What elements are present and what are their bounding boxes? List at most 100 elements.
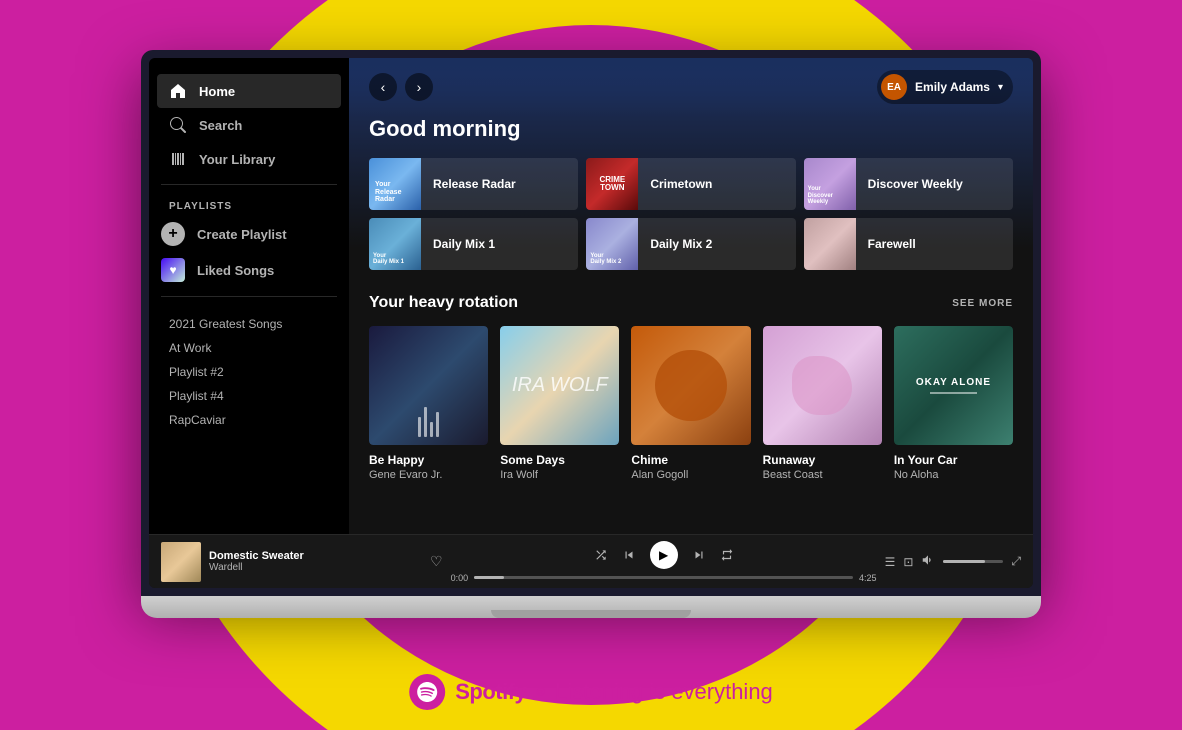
library-icon (169, 150, 187, 168)
home-label: Home (199, 84, 235, 99)
control-buttons: ▶ (594, 541, 734, 569)
playlist-item[interactable]: Playlist #4 (161, 385, 337, 407)
sidebar: Home Search (149, 58, 349, 534)
repeat-button[interactable] (720, 548, 734, 562)
card-some-days[interactable]: IRA WOLF ▶ Some Days Ira Wolf (500, 326, 619, 481)
rotation-grid: ▶ Be Happy Gene Evaro Jr. IRA WOLF (369, 326, 1013, 481)
discover-weekly-thumb: YourDiscoverWeekly (804, 158, 856, 210)
next-button[interactable] (692, 548, 706, 562)
card-artist: Gene Evaro Jr. (369, 469, 488, 481)
laptop-mockup: Home Search (141, 50, 1041, 618)
sidebar-item-home[interactable]: Home (157, 74, 341, 108)
play-pause-button[interactable]: ▶ (650, 541, 678, 569)
card-artist: Ira Wolf (500, 469, 619, 481)
card-thumb-container: ▶ (369, 326, 488, 445)
spotify-registered: ® (536, 685, 545, 699)
progress-area: 0:00 4:25 (451, 573, 877, 583)
now-playing-artist: Wardell (209, 562, 422, 573)
liked-songs-icon: ♥ (161, 258, 185, 282)
queue-button[interactable]: ☰ (885, 555, 896, 569)
now-playing-title: Domestic Sweater (209, 550, 422, 562)
card-name: Chime (631, 453, 750, 467)
card-runaway[interactable]: ▶ Runaway Beast Coast (763, 326, 882, 481)
playlists-section-label: PLAYLISTS (149, 193, 349, 216)
daily-mix-1-label: Daily Mix 1 (421, 237, 507, 251)
now-playing-info: Domestic Sweater Wardell (209, 550, 422, 573)
nav-buttons: ‹ › (369, 73, 433, 101)
time-current: 0:00 (451, 573, 469, 583)
progress-fill (474, 576, 504, 579)
spotify-wordmark: Spotify (455, 679, 526, 705)
progress-bar[interactable] (474, 576, 853, 579)
card-artist: No Aloha (894, 469, 1013, 481)
card-thumb-container: ▶ (763, 326, 882, 445)
heavy-rotation-header: Your heavy rotation SEE MORE (369, 294, 1013, 312)
spotify-logo-icon (409, 674, 445, 710)
release-radar-thumb: YourReleaseRadar (369, 158, 421, 210)
card-be-happy[interactable]: ▶ Be Happy Gene Evaro Jr. (369, 326, 488, 481)
playlist-item[interactable]: RapCaviar (161, 409, 337, 431)
volume-fill (943, 560, 985, 563)
quick-item-farewell[interactable]: Farewell (804, 218, 1013, 270)
card-name: In Your Car (894, 453, 1013, 467)
user-menu[interactable]: EA Emily Adams ▾ (877, 70, 1013, 104)
search-icon (169, 116, 187, 134)
card-in-your-car[interactable]: OKAY ALONE ▶ In Your Car No Aloha (894, 326, 1013, 481)
user-chevron-icon: ▾ (998, 82, 1003, 93)
volume-bar[interactable] (943, 560, 1003, 563)
sidebar-item-search[interactable]: Search (157, 108, 341, 142)
crimetown-label: Crimetown (638, 177, 724, 191)
sidebar-nav: Home Search (149, 74, 349, 176)
user-name: Emily Adams (915, 80, 990, 94)
heart-button[interactable]: ♡ (430, 553, 443, 570)
playlist-item[interactable]: 2021 Greatest Songs (161, 313, 337, 335)
app-window: Home Search (149, 58, 1033, 588)
quick-item-release-radar[interactable]: YourReleaseRadar Release Radar (369, 158, 578, 210)
time-total: 4:25 (859, 573, 877, 583)
now-playing-bar: Domestic Sweater Wardell ♡ ▶ (149, 534, 1033, 588)
spotify-tagline: Listening is everything (555, 679, 773, 705)
quick-item-daily-mix-2[interactable]: YourDaily Mix 2 Daily Mix 2 (586, 218, 795, 270)
quick-item-crimetown[interactable]: CRIMETOWN Crimetown (586, 158, 795, 210)
content-area: Good morning YourReleaseRadar Release Ra… (349, 116, 1033, 501)
prev-button[interactable] (622, 548, 636, 562)
volume-icon[interactable] (921, 553, 935, 570)
search-label: Search (199, 118, 242, 133)
card-name: Be Happy (369, 453, 488, 467)
laptop-base (141, 596, 1041, 618)
playback-controls: ▶ 0:00 4:25 (451, 541, 877, 583)
quick-item-discover-weekly[interactable]: YourDiscoverWeekly Discover Weekly (804, 158, 1013, 210)
card-name: Runaway (763, 453, 882, 467)
playlist-list: 2021 Greatest Songs At Work Playlist #2 … (149, 305, 349, 439)
right-controls: ☰ ⊡ ⤢ (885, 553, 1021, 570)
card-name: Some Days (500, 453, 619, 467)
card-thumb-container: IRA WOLF ▶ (500, 326, 619, 445)
forward-button[interactable]: › (405, 73, 433, 101)
fullscreen-button[interactable]: ⤢ (1011, 554, 1021, 569)
liked-songs-item[interactable]: ♥ Liked Songs (149, 252, 349, 288)
card-artist: Beast Coast (763, 469, 882, 481)
top-bar: ‹ › EA Emily Adams ▾ (349, 58, 1033, 116)
page-title: Good morning (369, 116, 1013, 142)
daily-mix-1-thumb: YourDaily Mix 1 (369, 218, 421, 270)
quick-item-daily-mix-1[interactable]: YourDaily Mix 1 Daily Mix 1 (369, 218, 578, 270)
sidebar-item-library[interactable]: Your Library (157, 142, 341, 176)
shuffle-button[interactable] (594, 548, 608, 562)
create-playlist-item[interactable]: + Create Playlist (149, 216, 349, 252)
playlist-item[interactable]: Playlist #2 (161, 361, 337, 383)
release-radar-label: Release Radar (421, 177, 528, 191)
back-button[interactable]: ‹ (369, 73, 397, 101)
sidebar-divider-2 (161, 296, 337, 297)
card-thumb-container: ▶ (631, 326, 750, 445)
devices-button[interactable]: ⊡ (903, 555, 913, 569)
playlist-item[interactable]: At Work (161, 337, 337, 359)
library-label: Your Library (199, 152, 275, 167)
quick-access-grid: YourReleaseRadar Release Radar CRIMETOWN (369, 158, 1013, 270)
user-avatar: EA (881, 74, 907, 100)
spotify-branding: Spotify ® Listening is everything (409, 674, 773, 710)
see-more-button[interactable]: SEE MORE (952, 298, 1013, 309)
card-chime[interactable]: ▶ Chime Alan Gogoll (631, 326, 750, 481)
now-playing-thumb (161, 542, 201, 582)
discover-weekly-label: Discover Weekly (856, 177, 975, 191)
section-title-heavy-rotation: Your heavy rotation (369, 294, 518, 312)
